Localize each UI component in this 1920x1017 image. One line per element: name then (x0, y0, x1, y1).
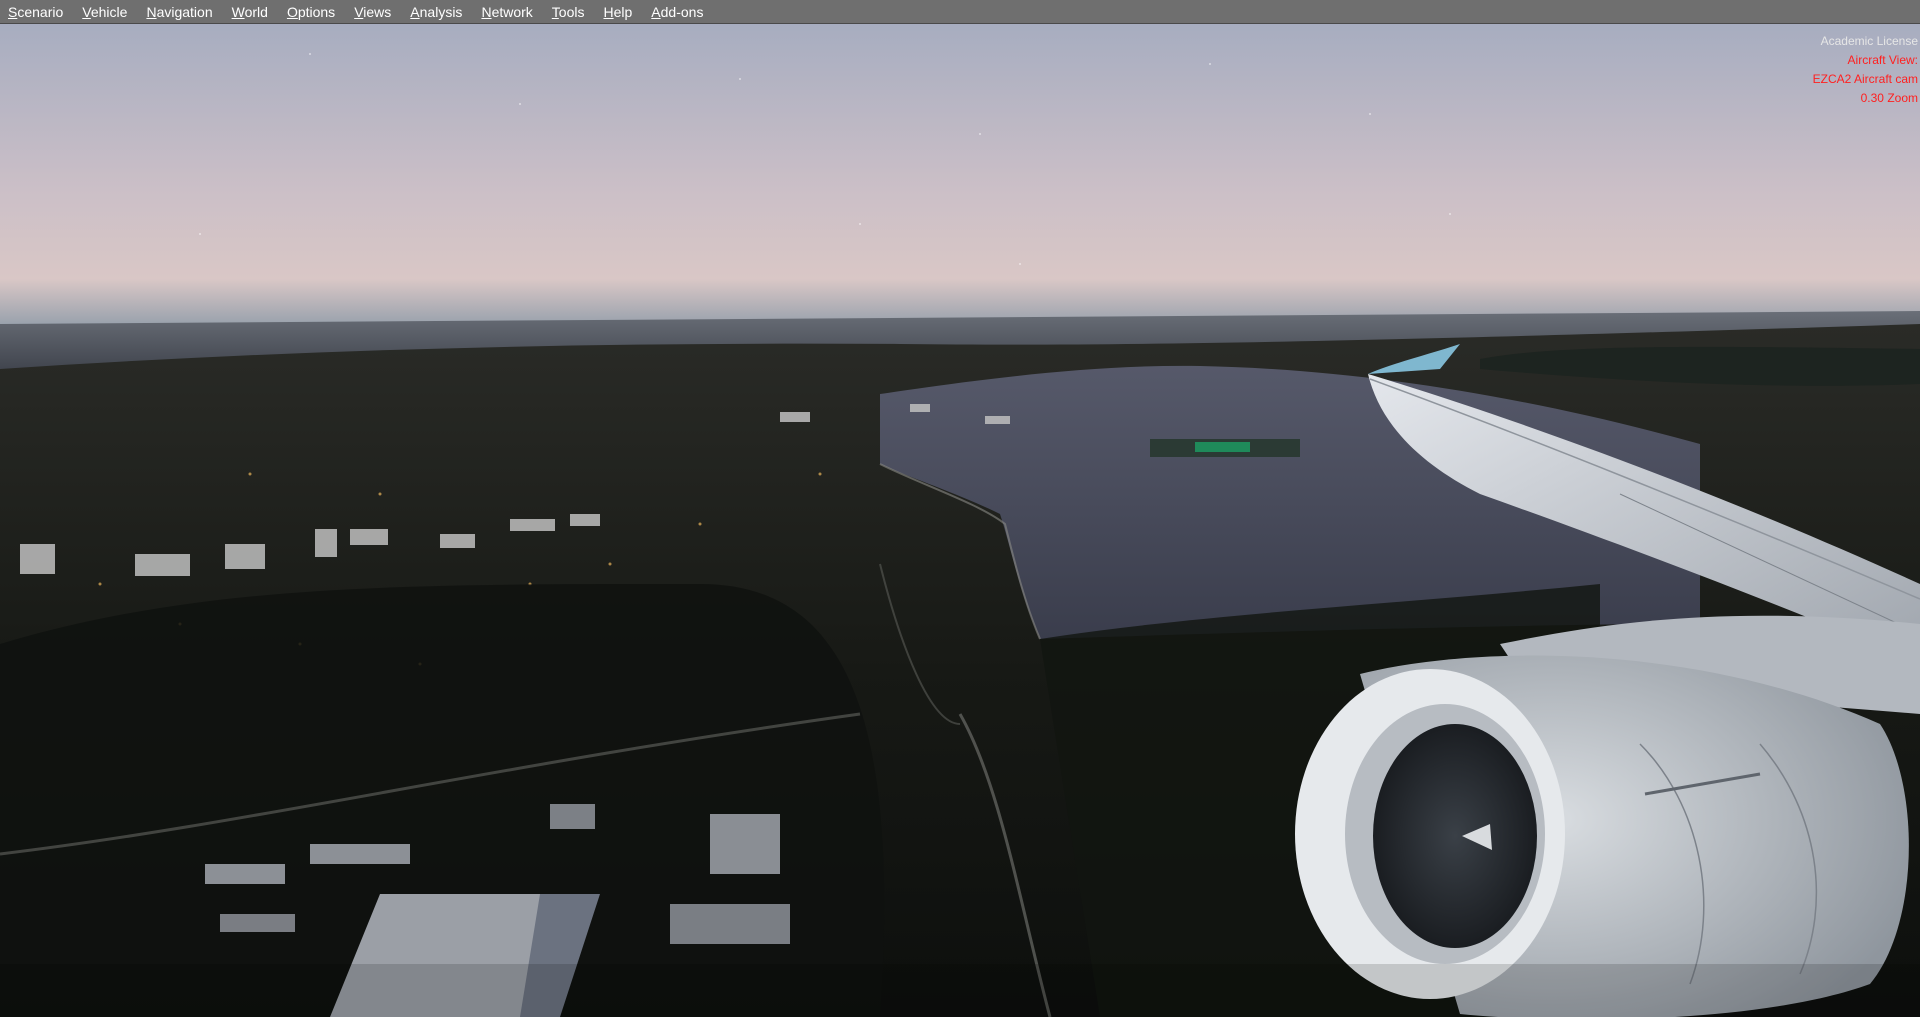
menu-world[interactable]: World (224, 0, 279, 24)
menu-vehicle[interactable]: Vehicle (74, 0, 138, 24)
menu-addons[interactable]: Add-ons (643, 0, 714, 24)
view-status-overlay: Academic License Aircraft View: EZCA2 Ai… (1813, 32, 1918, 108)
menu-analysis[interactable]: Analysis (402, 0, 473, 24)
menu-bar: Scenario Vehicle Navigation World Option… (0, 0, 1920, 24)
aircraft-engine (1295, 615, 1920, 1017)
view-mode-label: Aircraft View: (1847, 53, 1918, 67)
menu-navigation[interactable]: Navigation (138, 0, 223, 24)
menu-network[interactable]: Network (473, 0, 543, 24)
menu-scenario[interactable]: Scenario (0, 0, 74, 24)
menu-tools[interactable]: Tools (544, 0, 596, 24)
menu-help[interactable]: Help (595, 0, 643, 24)
zoom-label: 0.30 Zoom (1860, 91, 1918, 105)
camera-label: EZCA2 Aircraft cam (1812, 72, 1918, 86)
sky (0, 24, 1920, 324)
simulator-viewport[interactable]: Academic License Aircraft View: EZCA2 Ai… (0, 24, 1920, 1017)
license-label: Academic License (1820, 34, 1918, 48)
menu-views[interactable]: Views (346, 0, 402, 24)
menu-options[interactable]: Options (279, 0, 346, 24)
scene-render (0, 24, 1920, 1017)
